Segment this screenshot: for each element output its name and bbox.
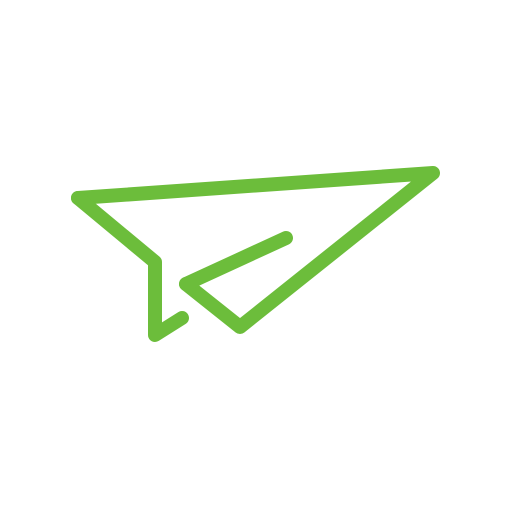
plane-fold-line xyxy=(179,231,293,291)
icon-canvas xyxy=(0,0,512,512)
paper-plane-icon xyxy=(0,0,512,512)
paper-plane-svg xyxy=(71,166,440,342)
plane-tail xyxy=(71,191,189,342)
